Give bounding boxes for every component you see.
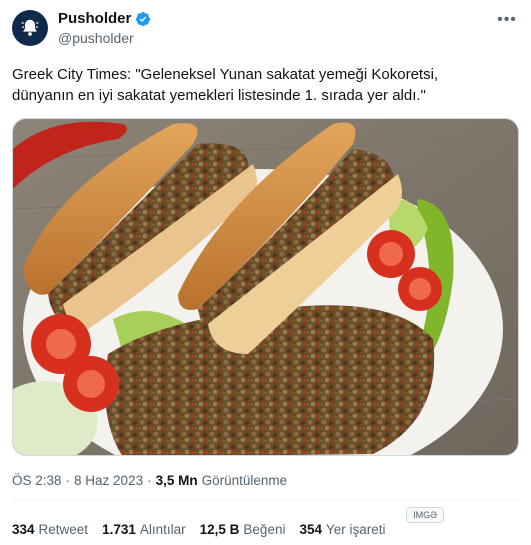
more-options-icon[interactable]: ••• — [495, 10, 519, 30]
tweet-date[interactable]: 8 Haz 2023 — [74, 473, 143, 488]
image-badge: IMGƏ — [406, 507, 444, 523]
retweets-label: Retweet — [38, 522, 89, 537]
views-count: 3,5 Mn — [155, 473, 198, 488]
quotes-count: 1.731 — [102, 522, 136, 537]
likes-stat[interactable]: 12,5 B Beğeni — [200, 522, 286, 537]
tweet-text: Greek City Times: "Geleneksel Yunan saka… — [12, 64, 512, 106]
bell-icon — [21, 19, 39, 36]
likes-count: 12,5 B — [199, 522, 240, 537]
divider — [12, 500, 519, 501]
bookmarks-stat[interactable]: 354 Yer işareti — [299, 522, 385, 537]
quotes-label: Alıntılar — [139, 522, 186, 537]
tweet-media-image[interactable] — [12, 118, 519, 456]
display-name[interactable]: Pusholder — [58, 10, 131, 27]
likes-label: Beğeni — [243, 522, 286, 537]
meta-separator: · — [65, 473, 71, 488]
food-photo — [13, 119, 518, 455]
handle[interactable]: @pusholder — [58, 30, 134, 46]
retweets-stat[interactable]: 334 Retweet — [12, 522, 88, 537]
tweet-text-line: dünyanın en iyi sakatat yemekleri listes… — [12, 87, 426, 104]
views-label: Görüntülenme — [201, 473, 288, 488]
tweet-meta: ÖS 2:38 · 8 Haz 2023 · 3,5 Mn Görüntülen… — [12, 473, 287, 488]
avatar[interactable] — [12, 10, 48, 46]
quotes-stat[interactable]: 1.731 Alıntılar — [102, 522, 186, 537]
bookmarks-count: 354 — [299, 522, 322, 537]
tweet-text-line: Greek City Times: "Geleneksel Yunan saka… — [12, 66, 439, 83]
verified-badge-icon — [136, 11, 151, 26]
bookmarks-label: Yer işareti — [326, 522, 386, 537]
tweet-time[interactable]: ÖS 2:38 — [12, 473, 62, 488]
engagement-stats: 334 Retweet 1.731 Alıntılar 12,5 B Beğeni 3… — [12, 522, 386, 537]
retweets-count: 334 — [12, 522, 35, 537]
meta-separator: · — [147, 473, 152, 488]
tweet-header: Pusholder @pusholder ••• — [12, 10, 519, 50]
